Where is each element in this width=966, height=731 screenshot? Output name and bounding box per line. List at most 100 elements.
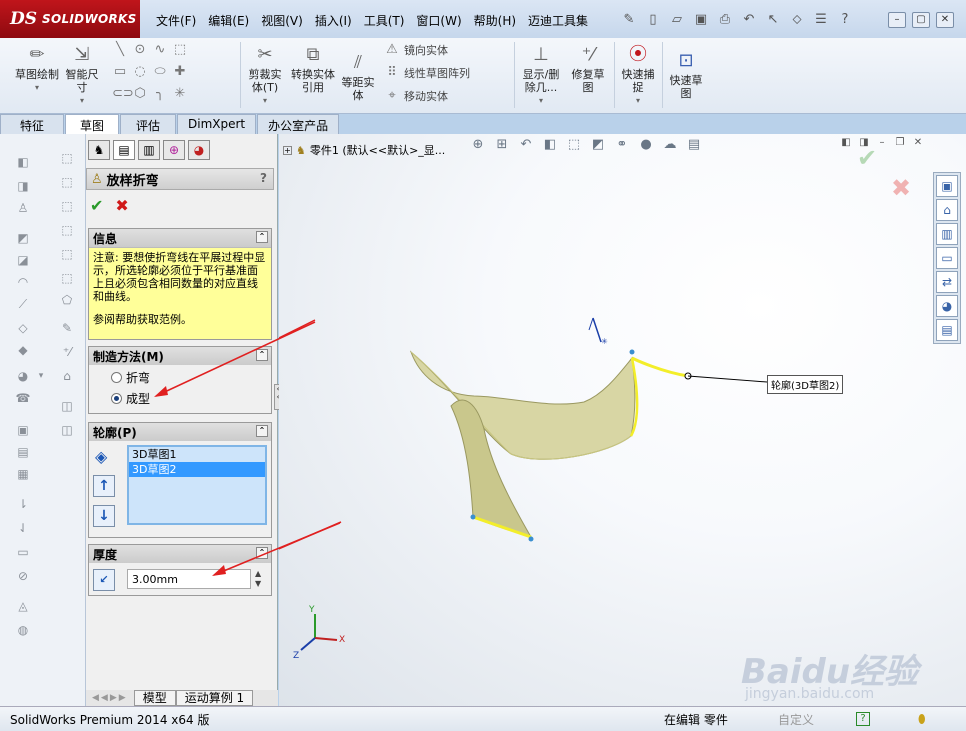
quick-snaps-button[interactable]: ⦿ 快速捕捉 ▾ [618,44,658,107]
status-custom-units[interactable]: 自定义 [778,711,814,728]
flatten-icon[interactable]: ▦ [14,466,32,482]
cube-icon[interactable]: ⬚ [58,270,76,286]
cube-icon[interactable]: ⬚ [58,222,76,238]
linear-pattern-button[interactable]: ⠿ 线性草图阵列 [384,65,470,81]
menu-view[interactable]: 视图(V) [255,10,309,31]
tab-scroll-icon[interactable]: ◀◀▶▶ [86,693,134,703]
open-icon[interactable]: ▱ [668,12,686,28]
help-icon[interactable]: ? [856,712,870,726]
pin-icon[interactable]: ✎ [620,12,638,28]
base-flange-icon[interactable]: ◧ [14,154,32,170]
cube-icon[interactable]: ⬚ [58,150,76,166]
tab-office-products[interactable]: 办公室产品 [257,114,340,134]
tab-evaluate[interactable]: 评估 [120,114,176,134]
jog-icon[interactable]: ⟋ [14,296,32,312]
appearances-icon[interactable]: ◕ [936,295,958,317]
convert-entities-button[interactable]: ⧉ 转换实体引用 [290,44,336,94]
display-manager-tab-icon[interactable]: ◕ [188,140,210,160]
offset-entities-button[interactable]: ⫽ 等距实体 [338,52,378,102]
vent-icon[interactable]: ⊘ [14,568,32,584]
reverse-direction-button[interactable]: ↙ [93,569,115,591]
construction-icon[interactable]: ✳ [172,86,188,102]
new-document-icon[interactable]: ▯ [644,12,662,28]
dimxpert-manager-tab-icon[interactable]: ⊕ [163,140,185,160]
menu-file[interactable]: 文件(F) [150,10,202,31]
fillet-icon[interactable]: ╮ [152,86,168,102]
corner-icon[interactable]: ◕ [14,368,32,384]
move-down-button[interactable]: ↓ [93,505,115,527]
file-explorer-icon[interactable]: ▭ [936,247,958,269]
rectangle-icon[interactable]: ▭ [112,64,128,80]
tab-features[interactable]: 特征 [0,114,64,134]
sketch-button[interactable]: ✏ 草图绘制 ▾ [14,44,60,94]
trim-entities-button[interactable]: ✂ 剪裁实体(T) ▾ [244,44,286,107]
menu-edit[interactable]: 编辑(E) [202,10,255,31]
info-group-header[interactable]: 信息 ⌃ [89,229,271,247]
property-manager-tab-icon[interactable]: ▤ [113,140,135,160]
repair-icon[interactable]: ⁺⁄ [58,344,76,360]
menu-tools[interactable]: 工具(T) [358,10,411,31]
custom-properties-icon[interactable]: ▤ [936,319,958,341]
menu-help[interactable]: 帮助(H) [468,10,522,31]
rebuild-icon[interactable]: ⬦ [788,12,806,28]
no-bends-icon[interactable]: ⇂ [14,496,32,512]
sketched-bend-icon[interactable]: ◇ [14,320,32,336]
repair-sketch-button[interactable]: ⁺⁄ 修复草图 [568,44,608,94]
hem-icon[interactable]: ◠ [14,274,32,290]
profile-callout[interactable]: 轮廓(3D草图2) [767,375,844,394]
layer-icon[interactable]: ◫ [58,422,76,438]
cube-icon[interactable]: ⬚ [58,246,76,262]
sketch-icon[interactable]: ✎ [58,320,76,336]
help-icon[interactable]: ? [836,12,854,28]
cancel-icon[interactable]: ✖ [115,196,128,215]
dropdown-arrow-icon[interactable]: ▾ [32,368,50,384]
move-up-button[interactable]: ↑ [93,475,115,497]
edge-flange-icon[interactable]: ◩ [14,230,32,246]
forming-tool-icon[interactable]: ☎ [14,390,32,406]
view-palette-icon[interactable]: ⇄ [936,271,958,293]
radio-formed[interactable] [111,393,122,404]
save-icon[interactable]: ▣ [692,12,710,28]
close-icon[interactable]: ✕ [936,12,954,28]
help-button[interactable]: ? [260,171,267,185]
convert-sheet-metal-icon[interactable]: ◨ [14,178,32,194]
minimize-icon[interactable]: – [888,12,906,28]
sheet-metal-gusset-icon[interactable]: ◍ [14,622,32,638]
print-icon[interactable]: ⎙ [716,12,734,28]
layer-icon[interactable]: ◫ [58,398,76,414]
lofted-bend-icon[interactable]: ♙ [14,200,32,216]
ellipse-icon[interactable]: ⬭ [152,64,168,80]
feature-manager-tab-icon[interactable]: ♞ [88,140,110,160]
snap-icon[interactable]: ⌂ [58,368,76,384]
radio-bend[interactable] [111,372,122,383]
move-entities-button[interactable]: ⌖ 移动实体 [384,88,448,104]
graphics-area[interactable]: ⊕ ⊞ ↶ ◧ ⬚ ◩ ⚭ ● ☁ ▤ ◧ ◨ – ❐ ✕ + ♞ 零件1 (默… [279,134,966,706]
cross-break-icon[interactable]: ◆ [14,342,32,358]
rip-icon[interactable]: ▭ [14,544,32,560]
insert-bends-icon[interactable]: ⇃ [14,520,32,536]
select-icon[interactable]: ↖ [764,12,782,28]
lofted-bend-surface[interactable] [409,349,692,542]
arc-icon[interactable]: ◌ [132,64,148,80]
cube-icon[interactable]: ⬚ [58,198,76,214]
maximize-icon[interactable]: ▢ [912,12,930,28]
solidworks-logo[interactable]: DS SOLIDWORKS [0,0,140,38]
unfold-icon[interactable]: ▣ [14,422,32,438]
polygon-icon[interactable]: ⬡ [132,86,148,102]
line-icon[interactable]: ╲ [112,42,128,58]
ok-icon[interactable]: ✔ [90,196,103,215]
display-delete-relations-button[interactable]: ⊥ 显示/删除几... ▾ [518,44,564,107]
solidworks-resources-icon[interactable]: ▣ [936,175,958,197]
tab-motion-study[interactable]: 运动算例 1 [175,690,254,706]
undo-icon[interactable]: ↶ [740,12,758,28]
point-icon[interactable]: ✚ [172,64,188,80]
spline-icon[interactable]: ∿ [152,42,168,58]
tab-dimxpert[interactable]: DimXpert [177,114,257,134]
menu-maidi-tools[interactable]: 迈迪工具集 [522,10,594,31]
slot-icon[interactable]: ⊂⊃ [112,86,134,102]
cube-icon[interactable]: ⬚ [58,174,76,190]
collapse-icon[interactable]: ⌃ [256,231,268,243]
home-icon[interactable]: ⌂ [936,199,958,221]
rapid-sketch-button[interactable]: ⊡ 快速草图 [666,50,706,100]
menu-insert[interactable]: 插入(I) [309,10,358,31]
